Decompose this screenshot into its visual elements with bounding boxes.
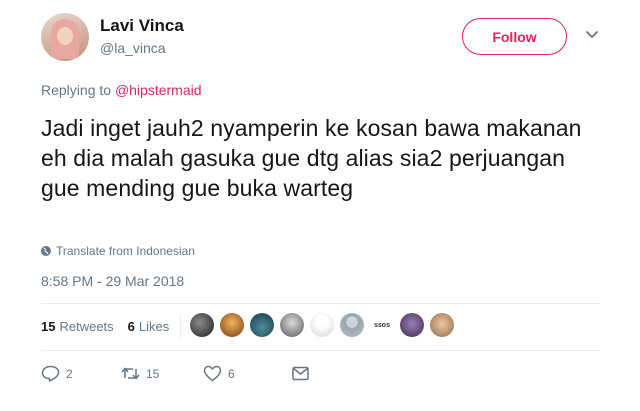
liker-avatar[interactable]	[220, 313, 244, 337]
avatar[interactable]	[41, 13, 89, 61]
divider	[41, 350, 601, 351]
message-icon	[292, 366, 309, 381]
translate-link[interactable]: Translate from Indonesian	[41, 244, 195, 258]
liker-avatar[interactable]	[310, 313, 334, 337]
tweet-text: Jadi inget jauh2 nyamperin ke kosan bawa…	[41, 115, 582, 201]
chevron-down-icon[interactable]	[585, 27, 599, 41]
liker-avatar[interactable]	[250, 313, 274, 337]
avatar-face	[57, 27, 73, 45]
retweet-icon	[121, 367, 140, 380]
liker-avatar[interactable]	[400, 313, 424, 337]
timestamp: 8:58 PM - 29 Mar 2018	[41, 273, 185, 289]
action-bar: 2 15 6	[41, 365, 310, 382]
liker-avatar[interactable]	[430, 313, 454, 337]
likes-label: Likes	[138, 319, 170, 334]
reply-context: Replying to @hipstermaid	[41, 82, 202, 98]
retweets-stat[interactable]: 15 Retweets	[41, 319, 114, 334]
retweets-count: 15	[41, 319, 56, 334]
reply-context-prefix: Replying to	[41, 82, 112, 98]
liker-avatar[interactable]	[340, 313, 364, 337]
globe-icon	[41, 246, 51, 256]
stats-separator	[180, 314, 181, 338]
tweet-stats: 15 Retweets 6 Likes	[41, 319, 169, 334]
retweet-button[interactable]: 15	[121, 365, 203, 382]
reply-icon	[41, 365, 60, 382]
reply-mention-link[interactable]: @hipstermaid	[115, 82, 202, 98]
likes-stat[interactable]: 6 Likes	[128, 319, 170, 334]
retweet-count: 15	[146, 366, 160, 381]
user-handle[interactable]: @la_vinca	[100, 40, 166, 56]
retweets-label: Retweets	[59, 319, 114, 334]
likes-count: 6	[127, 319, 135, 334]
heart-icon	[203, 365, 222, 382]
like-button[interactable]: 6	[203, 365, 291, 382]
user-name[interactable]: Lavi Vinca	[100, 16, 184, 36]
liker-avatars: ssos	[190, 313, 454, 337]
liker-avatar[interactable]	[280, 313, 304, 337]
follow-button[interactable]: Follow	[462, 18, 567, 55]
reply-count: 2	[66, 366, 73, 381]
translate-label: Translate from Indonesian	[56, 244, 195, 258]
liker-avatar-text[interactable]: ssos	[370, 322, 394, 329]
liker-avatar[interactable]	[190, 313, 214, 337]
like-count: 6	[228, 366, 235, 381]
divider	[41, 303, 601, 304]
direct-message-button[interactable]	[291, 365, 310, 382]
reply-button[interactable]: 2	[41, 365, 121, 382]
